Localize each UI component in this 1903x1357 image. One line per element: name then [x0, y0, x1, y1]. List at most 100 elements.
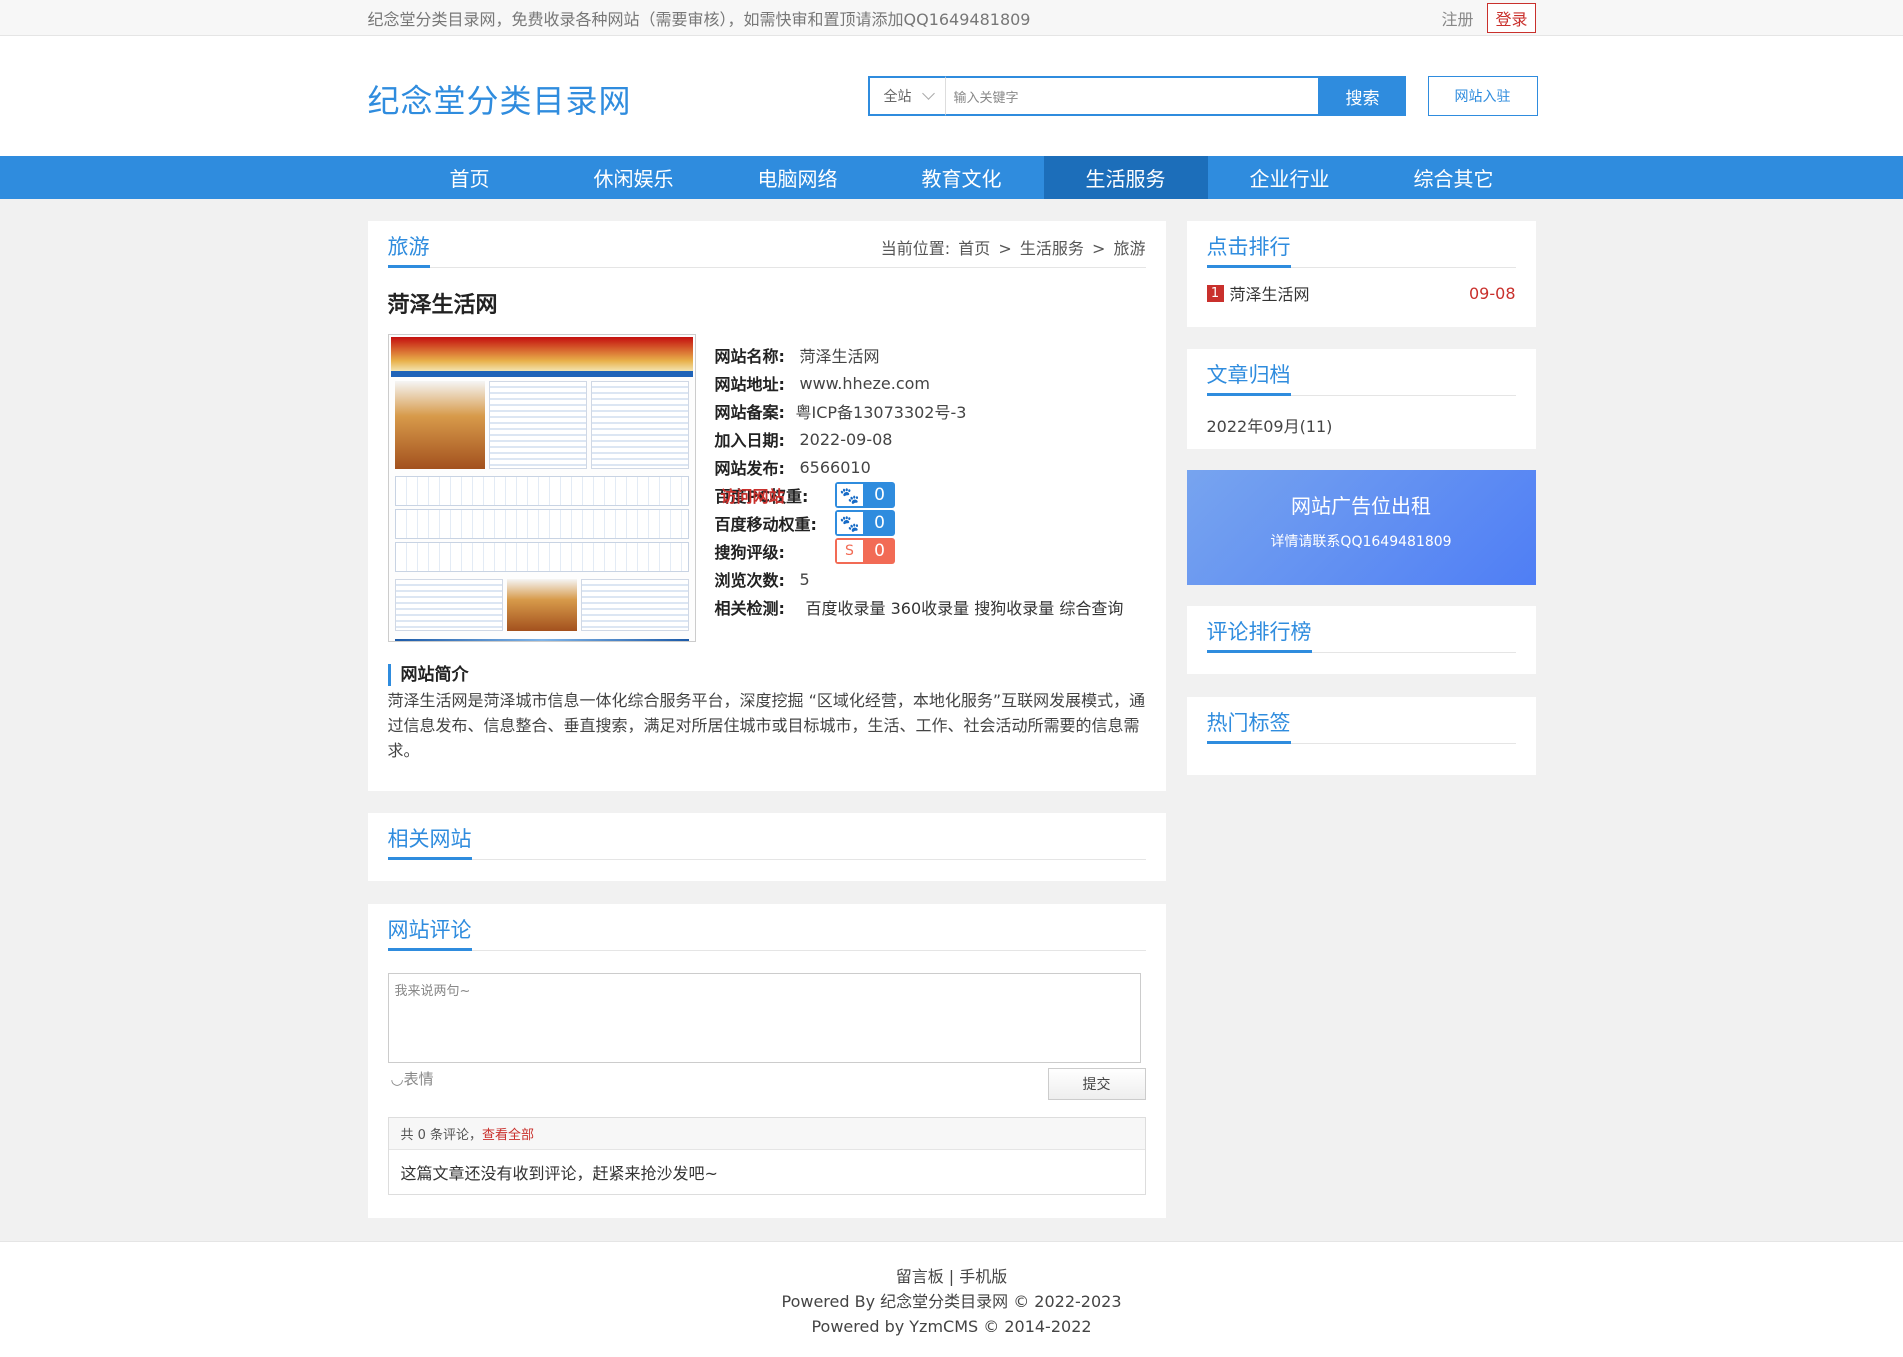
nav-item-entertainment[interactable]: 休闲娱乐: [552, 156, 716, 199]
related-sites-panel: 相关网站: [367, 813, 1166, 881]
baidu-paw-icon: 🐾: [834, 510, 865, 536]
footer-powered-by-cms: Powered by YzmCMS © 2014-2022: [811, 1317, 1092, 1336]
sogou-rating-badge: S0: [834, 538, 895, 564]
footer-separator: |: [948, 1267, 960, 1286]
main-content: 旅游 当前位置: 首页 > 生活服务 > 旅游 菏泽生活网 网站名称: 菏泽生活网…: [367, 221, 1536, 1238]
detail-header: 旅游 当前位置: 首页 > 生活服务 > 旅游: [387, 233, 1146, 268]
register-link[interactable]: 注册: [1441, 6, 1473, 30]
login-button[interactable]: 登录: [1487, 3, 1536, 33]
site-info-list: 网站名称: 菏泽生活网 网站地址: www.hheze.com 网站备案: 粤ICP备…: [715, 341, 1155, 621]
no-comments-message: 这篇文章还没有收到评论，赶紧来抢沙发吧~: [400, 1164, 718, 1183]
smile-icon: ◡: [390, 1070, 404, 1088]
baidu-mobile-weight-badge: 🐾 0: [834, 510, 895, 536]
footer: 留言板 | 手机版 Powered By 纪念堂分类目录网 © 2022-202…: [0, 1241, 1903, 1357]
visit-site-link[interactable]: 访问网站: [721, 483, 785, 507]
site-name-label: 网站名称:: [714, 347, 785, 366]
baidu-mobile-weight-value: 0: [864, 510, 895, 536]
check-sogou-index[interactable]: 搜狗收录量: [974, 599, 1054, 618]
rank-site-name[interactable]: 菏泽生活网: [1230, 281, 1310, 305]
search-scope-label: 全站: [883, 89, 912, 105]
view-all-comments-link[interactable]: 查看全部: [482, 1124, 534, 1143]
publisher-value: 6566010: [799, 457, 871, 477]
search-scope-select[interactable]: 全站: [867, 76, 946, 116]
join-date-value: 2022-09-08: [799, 429, 893, 449]
rank-date: 09-08: [1469, 283, 1516, 303]
nav-item-life-services[interactable]: 生活服务: [1043, 156, 1208, 199]
breadcrumb-home[interactable]: 首页: [958, 239, 990, 258]
archive-header: 文章归档: [1206, 361, 1516, 396]
comment-count: 共 0 条评论，: [400, 1128, 483, 1143]
search-bar: 全站 输入关键字 搜索: [867, 76, 1406, 116]
checks-label: 相关检测:: [714, 599, 785, 618]
mobile-version-link[interactable]: 手机版: [959, 1267, 1007, 1286]
check-overall[interactable]: 综合查询: [1059, 599, 1123, 618]
nav-item-enterprise[interactable]: 企业行业: [1208, 156, 1372, 199]
submit-comment-button[interactable]: 提交: [1047, 1068, 1146, 1100]
intro-text: 菏泽生活网是菏泽城市信息一体化综合服务平台，深度挖掘 “区域化经营，本地化服务”…: [387, 691, 1146, 760]
comments-header: 网站评论: [387, 916, 1146, 951]
footer-powered-by-site: Powered By 纪念堂分类目录网 © 2022-2023: [781, 1292, 1122, 1311]
emoji-label: 表情: [403, 1070, 434, 1088]
search-button[interactable]: 搜索: [1319, 76, 1406, 116]
click-ranking-title: 点击排行: [1206, 233, 1291, 268]
nav-item-other[interactable]: 综合其它: [1372, 156, 1536, 199]
footer-links: 留言板 | 手机版: [0, 1264, 1903, 1289]
comment-list: 共 0 条评论， 查看全部 这篇文章还没有收到评论，赶紧来抢沙发吧~: [387, 1117, 1146, 1195]
header: 纪念堂分类目录网 全站 输入关键字 搜索 网站入驻: [0, 36, 1903, 156]
click-ranking-panel: 点击排行 1 菏泽生活网 09-08: [1186, 221, 1536, 327]
comments-title: 网站评论: [387, 916, 472, 951]
sogou-rating-label: 搜狗评级:: [714, 543, 785, 562]
intro-title: 网站简介: [387, 664, 469, 686]
site-logo[interactable]: 纪念堂分类目录网: [368, 76, 632, 122]
emoji-button[interactable]: ◡表情: [391, 1068, 434, 1089]
site-name-value: 菏泽生活网: [799, 347, 880, 366]
check-baidu-index[interactable]: 百度收录量: [806, 599, 886, 618]
baidu-mobile-weight-label: 百度移动权重:: [714, 515, 817, 534]
join-date-label: 加入日期:: [714, 431, 785, 450]
archive-title: 文章归档: [1206, 361, 1291, 396]
breadcrumb-life-services[interactable]: 生活服务: [1020, 239, 1084, 258]
comment-textarea[interactable]: 我来说两句~: [387, 973, 1141, 1063]
hot-tags-title: 热门标签: [1206, 709, 1291, 744]
breadcrumb: 当前位置: 首页 > 生活服务 > 旅游: [878, 235, 1146, 259]
baidu-paw-icon: 🐾: [834, 482, 865, 508]
ad-subtitle: 详情请联系QQ1649481809: [1270, 534, 1452, 550]
rank-list-item[interactable]: 1 菏泽生活网 09-08: [1206, 281, 1516, 305]
nav-item-education[interactable]: 教育文化: [880, 156, 1044, 199]
sogou-rating-value: 0: [864, 538, 895, 564]
breadcrumb-travel[interactable]: 旅游: [1113, 239, 1145, 258]
checks-links: 百度收录量 360收录量 搜狗收录量 综合查询: [806, 595, 1124, 619]
site-screenshot: [387, 334, 696, 642]
ad-title: 网站广告位出租: [1291, 494, 1431, 518]
auth-links: 注册 登录: [1441, 3, 1536, 33]
guestbook-link[interactable]: 留言板: [896, 1267, 944, 1286]
archive-item[interactable]: 2022年09月(11): [1207, 413, 1333, 437]
site-icp-label: 网站备案:: [714, 403, 785, 422]
submit-site-button[interactable]: 网站入驻: [1427, 76, 1538, 116]
site-url-value: www.hheze.com: [799, 373, 931, 393]
category-title: 旅游: [387, 233, 430, 268]
check-360-index[interactable]: 360收录量: [891, 599, 970, 618]
ad-banner[interactable]: 网站广告位出租 详情请联系QQ1649481809: [1186, 470, 1536, 585]
site-icp-value: 粤ICP备13073302号-3: [795, 403, 967, 422]
click-ranking-header: 点击排行: [1206, 233, 1516, 268]
comment-ranking-panel: 评论排行榜: [1186, 606, 1536, 674]
hot-tags-header: 热门标签: [1206, 709, 1516, 744]
site-title: 菏泽生活网: [387, 293, 498, 318]
views-value: 5: [799, 569, 810, 589]
nav-item-home[interactable]: 首页: [388, 156, 552, 199]
main-nav: 首页 休闲娱乐 电脑网络 教育文化 生活服务 企业行业 综合其它: [0, 156, 1903, 199]
nav-item-computer[interactable]: 电脑网络: [716, 156, 880, 199]
related-header: 相关网站: [387, 825, 1146, 860]
archive-panel: 文章归档 2022年09月(11): [1186, 349, 1536, 449]
chevron-down-icon: [921, 87, 935, 100]
related-title: 相关网站: [387, 825, 472, 860]
search-input[interactable]: 输入关键字: [945, 76, 1320, 116]
baidu-pc-weight-value: 0: [864, 482, 895, 508]
breadcrumb-separator: >: [998, 239, 1012, 258]
rank-number: 1: [1206, 284, 1224, 302]
hot-tags-panel: 热门标签: [1186, 697, 1536, 775]
site-url-label: 网站地址:: [714, 375, 785, 394]
publisher-label: 网站发布:: [714, 459, 785, 478]
sogou-icon: S: [834, 538, 865, 564]
